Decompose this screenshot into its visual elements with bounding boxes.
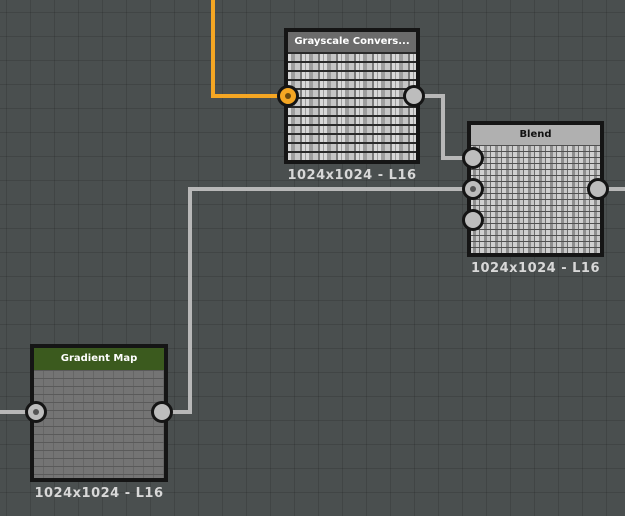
resolution-label: 1024x1024 - L16 xyxy=(34,486,164,501)
grayscale-conversion-node[interactable]: Grayscale Convers... xyxy=(284,28,420,164)
node-thumbnail xyxy=(34,370,164,478)
node-title: Grayscale Convers... xyxy=(288,32,416,52)
resolution-label: 1024x1024 - L16 xyxy=(470,261,601,276)
gradient-map-input-port[interactable] xyxy=(25,401,47,423)
blend-output-port[interactable] xyxy=(587,178,609,200)
node-thumbnail xyxy=(288,52,416,160)
wire-gradient-map-to-blend-input[interactable] xyxy=(162,187,473,414)
node-thumbnail xyxy=(471,145,600,253)
resolution-label: 1024x1024 - L16 xyxy=(287,168,417,183)
blend-node[interactable]: Blend xyxy=(467,121,604,257)
grayscale-output-port[interactable] xyxy=(403,85,425,107)
grayscale-input-port[interactable] xyxy=(277,85,299,107)
blend-background-input-port[interactable] xyxy=(462,178,484,200)
wire-orange-to-grayscale-input[interactable] xyxy=(211,0,288,98)
wire-grayscale-to-blend-input[interactable] xyxy=(414,94,473,160)
gradient-map-node[interactable]: Gradient Map xyxy=(30,344,168,482)
blend-foreground-input-port[interactable] xyxy=(462,147,484,169)
gradient-map-output-port[interactable] xyxy=(151,401,173,423)
node-title: Gradient Map xyxy=(34,348,164,370)
node-title: Blend xyxy=(471,125,600,145)
blend-mask-input-port[interactable] xyxy=(462,209,484,231)
